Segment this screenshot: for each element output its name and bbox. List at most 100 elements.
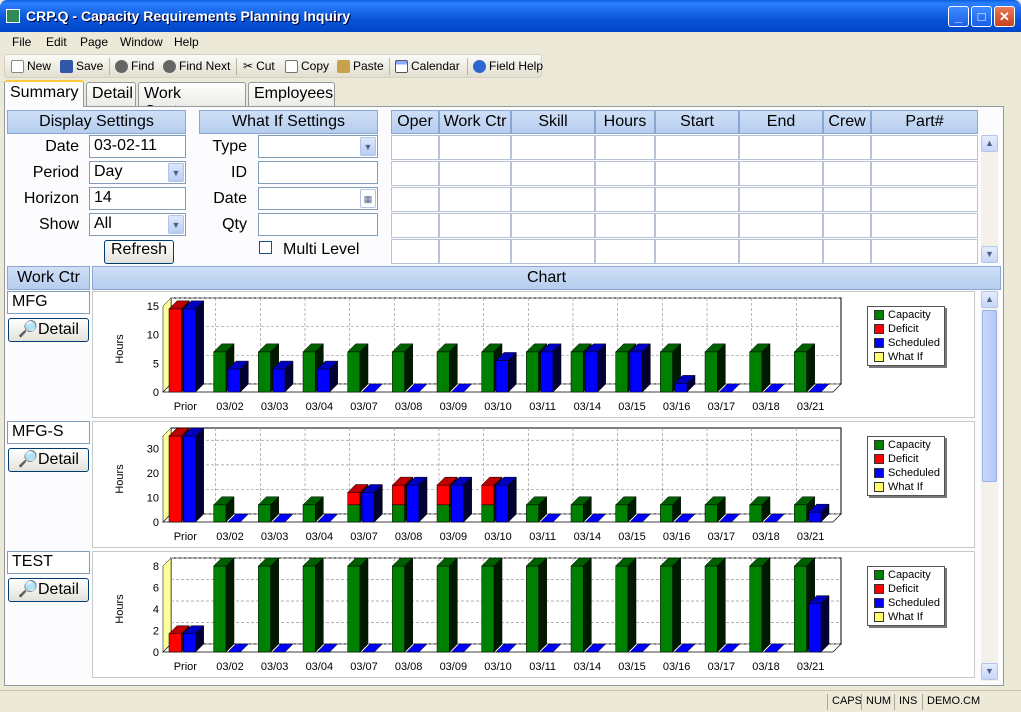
table-cell[interactable] xyxy=(391,135,439,160)
table-cell[interactable] xyxy=(511,161,595,186)
table-cell[interactable] xyxy=(655,161,739,186)
tab-summary[interactable]: Summary xyxy=(4,80,84,107)
table-cell[interactable] xyxy=(595,187,655,212)
table-cell[interactable] xyxy=(655,239,739,264)
table-cell[interactable] xyxy=(871,161,978,186)
table-cell[interactable] xyxy=(655,213,739,238)
table-cell[interactable] xyxy=(595,213,655,238)
table-cell[interactable] xyxy=(439,187,511,212)
tab-employees[interactable]: Employees xyxy=(248,82,335,106)
table-cell[interactable] xyxy=(739,135,823,160)
table-cell[interactable] xyxy=(391,187,439,212)
capacity-bar-side xyxy=(315,557,324,653)
type-select[interactable]: ▼ xyxy=(258,135,378,158)
horizon-field[interactable]: 14 xyxy=(89,187,186,210)
table-cell[interactable] xyxy=(439,161,511,186)
column-header[interactable]: Oper xyxy=(391,110,439,134)
table-cell[interactable] xyxy=(511,187,595,212)
column-header[interactable]: Skill xyxy=(511,110,595,134)
scroll-up-icon[interactable]: ▲ xyxy=(981,291,998,308)
table-cell[interactable] xyxy=(595,135,655,160)
table-cell[interactable] xyxy=(391,161,439,186)
scheduled-bar xyxy=(629,343,651,393)
chevron-down-icon[interactable]: ▼ xyxy=(168,163,184,182)
tab-work-centers[interactable]: Work Centers xyxy=(138,82,246,120)
table-cell[interactable] xyxy=(595,161,655,186)
table-cell[interactable] xyxy=(739,161,823,186)
menu-edit[interactable]: Edit xyxy=(46,35,67,49)
detail-button[interactable]: 🔎Detail xyxy=(8,578,89,602)
menu-window[interactable]: Window xyxy=(120,35,163,49)
minimize-button[interactable]: _ xyxy=(948,6,969,27)
title-bar[interactable]: CRP.Q - Capacity Requirements Planning I… xyxy=(0,0,1021,32)
table-cell[interactable] xyxy=(823,213,871,238)
detail-button[interactable]: 🔎Detail xyxy=(8,448,89,472)
table-cell[interactable] xyxy=(871,135,978,160)
column-header[interactable]: Part# xyxy=(871,110,978,134)
copy-button[interactable]: Copy xyxy=(285,59,329,73)
calendar-icon[interactable]: ▦ xyxy=(360,189,376,208)
calendar-button[interactable]: Calendar xyxy=(395,59,460,73)
table-cell[interactable] xyxy=(823,135,871,160)
date-field[interactable]: 03-02-11 xyxy=(89,135,186,158)
table-cell[interactable] xyxy=(739,187,823,212)
close-button[interactable]: ✕ xyxy=(994,6,1015,27)
find-button[interactable]: Find xyxy=(115,59,154,73)
scroll-down-icon[interactable]: ▼ xyxy=(981,246,998,263)
ops-scrollbar[interactable]: ▲ ▼ xyxy=(981,135,998,263)
cut-button[interactable]: ✂ Cut xyxy=(243,59,275,73)
table-cell[interactable] xyxy=(823,187,871,212)
table-cell[interactable] xyxy=(823,239,871,264)
find-next-button[interactable]: Find Next xyxy=(163,59,230,73)
scroll-down-icon[interactable]: ▼ xyxy=(981,663,998,680)
table-cell[interactable] xyxy=(823,161,871,186)
table-cell[interactable] xyxy=(511,213,595,238)
table-cell[interactable] xyxy=(511,135,595,160)
qty-field[interactable] xyxy=(258,213,378,236)
scroll-thumb[interactable] xyxy=(982,310,997,482)
table-cell[interactable] xyxy=(871,213,978,238)
id-field[interactable] xyxy=(258,161,378,184)
table-cell[interactable] xyxy=(595,239,655,264)
show-select[interactable]: All ▼ xyxy=(89,213,186,236)
multi-level-checkbox[interactable] xyxy=(259,241,272,254)
scroll-up-icon[interactable]: ▲ xyxy=(981,135,998,152)
period-select[interactable]: Day ▼ xyxy=(89,161,186,184)
chart-legend: Capacity Deficit Scheduled What If xyxy=(867,566,945,626)
menu-page[interactable]: Page xyxy=(80,35,108,49)
scheduled-bar xyxy=(495,476,517,523)
table-cell[interactable] xyxy=(739,213,823,238)
table-cell[interactable] xyxy=(655,135,739,160)
table-cell[interactable] xyxy=(391,239,439,264)
field-help-button[interactable]: Field Help xyxy=(473,59,543,73)
new-button[interactable]: New xyxy=(11,59,51,73)
menu-help[interactable]: Help xyxy=(174,35,199,49)
chevron-down-icon[interactable]: ▼ xyxy=(360,137,376,156)
capacity-bar-side xyxy=(761,343,771,393)
capacity-bar-side xyxy=(806,343,815,393)
maximize-button[interactable]: □ xyxy=(971,6,992,27)
column-header[interactable]: Crew xyxy=(823,110,871,134)
column-header[interactable]: Work Ctr xyxy=(439,110,511,134)
table-cell[interactable] xyxy=(439,135,511,160)
table-cell[interactable] xyxy=(871,239,978,264)
table-cell[interactable] xyxy=(511,239,595,264)
column-header[interactable]: End xyxy=(739,110,823,134)
table-cell[interactable] xyxy=(655,187,739,212)
save-button[interactable]: Save xyxy=(60,59,103,73)
table-cell[interactable] xyxy=(391,213,439,238)
paste-button[interactable]: Paste xyxy=(337,59,384,73)
table-cell[interactable] xyxy=(871,187,978,212)
menu-file[interactable]: File xyxy=(12,35,31,49)
detail-button[interactable]: 🔎Detail xyxy=(8,318,89,342)
column-header[interactable]: Start xyxy=(655,110,739,134)
table-cell[interactable] xyxy=(439,213,511,238)
chart-scrollbar[interactable]: ▲ ▼ xyxy=(981,291,998,681)
column-header[interactable]: Hours xyxy=(595,110,655,134)
tab-detail[interactable]: Detail xyxy=(86,82,136,106)
chevron-down-icon[interactable]: ▼ xyxy=(168,215,184,234)
table-cell[interactable] xyxy=(439,239,511,264)
table-cell[interactable] xyxy=(739,239,823,264)
refresh-button[interactable]: Refresh xyxy=(104,240,174,264)
what-if-date-field[interactable]: ▦ xyxy=(258,187,378,210)
